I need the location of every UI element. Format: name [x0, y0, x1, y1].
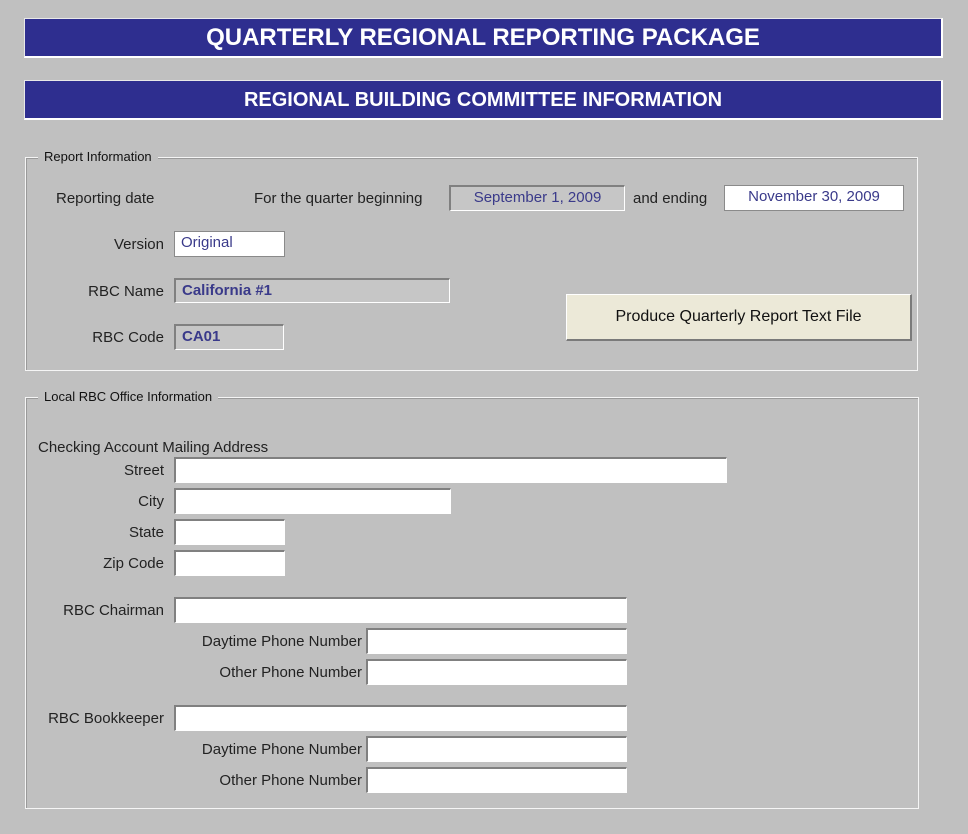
rbc-chairman-label: RBC Chairman: [63, 602, 164, 619]
chairman-daytime-phone-label: Daytime Phone Number: [201, 633, 362, 650]
zip-code-field[interactable]: [174, 550, 285, 576]
page-title-banner: QUARTERLY REGIONAL REPORTING PACKAGE: [24, 18, 943, 58]
report-information-legend: Report Information: [38, 149, 158, 164]
version-label: Version: [113, 236, 164, 253]
section-title-banner: REGIONAL BUILDING COMMITTEE INFORMATION: [24, 80, 943, 120]
rbc-bookkeeper-field[interactable]: [174, 705, 627, 731]
produce-report-button[interactable]: Produce Quarterly Report Text File: [566, 294, 912, 341]
state-field[interactable]: [174, 519, 285, 545]
rbc-bookkeeper-label: RBC Bookkeeper: [48, 710, 164, 727]
rbc-chairman-field[interactable]: [174, 597, 627, 623]
section-title: REGIONAL BUILDING COMMITTEE INFORMATION: [243, 89, 723, 111]
quarter-beginning-label: For the quarter beginning: [254, 190, 423, 207]
and-ending-label: and ending: [633, 190, 708, 207]
local-office-information-legend: Local RBC Office Information: [38, 389, 219, 404]
zip-code-label: Zip Code: [103, 555, 164, 572]
chairman-other-phone-label: Other Phone Number: [219, 664, 362, 681]
rbc-code-label: RBC Code: [92, 329, 164, 346]
rbc-name-field[interactable]: California #1: [174, 278, 450, 303]
bookkeeper-daytime-phone-label: Daytime Phone Number: [201, 741, 362, 758]
bookkeeper-daytime-phone-field[interactable]: [366, 736, 627, 762]
bookkeeper-other-phone-field[interactable]: [366, 767, 627, 793]
mailing-address-heading: Checking Account Mailing Address: [38, 439, 269, 456]
chairman-daytime-phone-field[interactable]: [366, 628, 627, 654]
city-field[interactable]: [174, 488, 451, 514]
rbc-code-field[interactable]: CA01: [174, 324, 284, 350]
quarter-ending-field[interactable]: November 30, 2009: [724, 185, 904, 211]
street-label: Street: [123, 462, 164, 479]
bookkeeper-other-phone-label: Other Phone Number: [219, 772, 362, 789]
street-field[interactable]: [174, 457, 727, 483]
city-label: City: [138, 493, 164, 510]
version-field[interactable]: Original: [174, 231, 285, 257]
state-label: State: [128, 524, 164, 541]
page-title: QUARTERLY REGIONAL REPORTING PACKAGE: [206, 24, 760, 51]
rbc-name-label: RBC Name: [88, 283, 164, 300]
chairman-other-phone-field[interactable]: [366, 659, 627, 685]
reporting-date-label: Reporting date: [56, 190, 155, 207]
quarter-beginning-field[interactable]: September 1, 2009: [449, 185, 625, 211]
